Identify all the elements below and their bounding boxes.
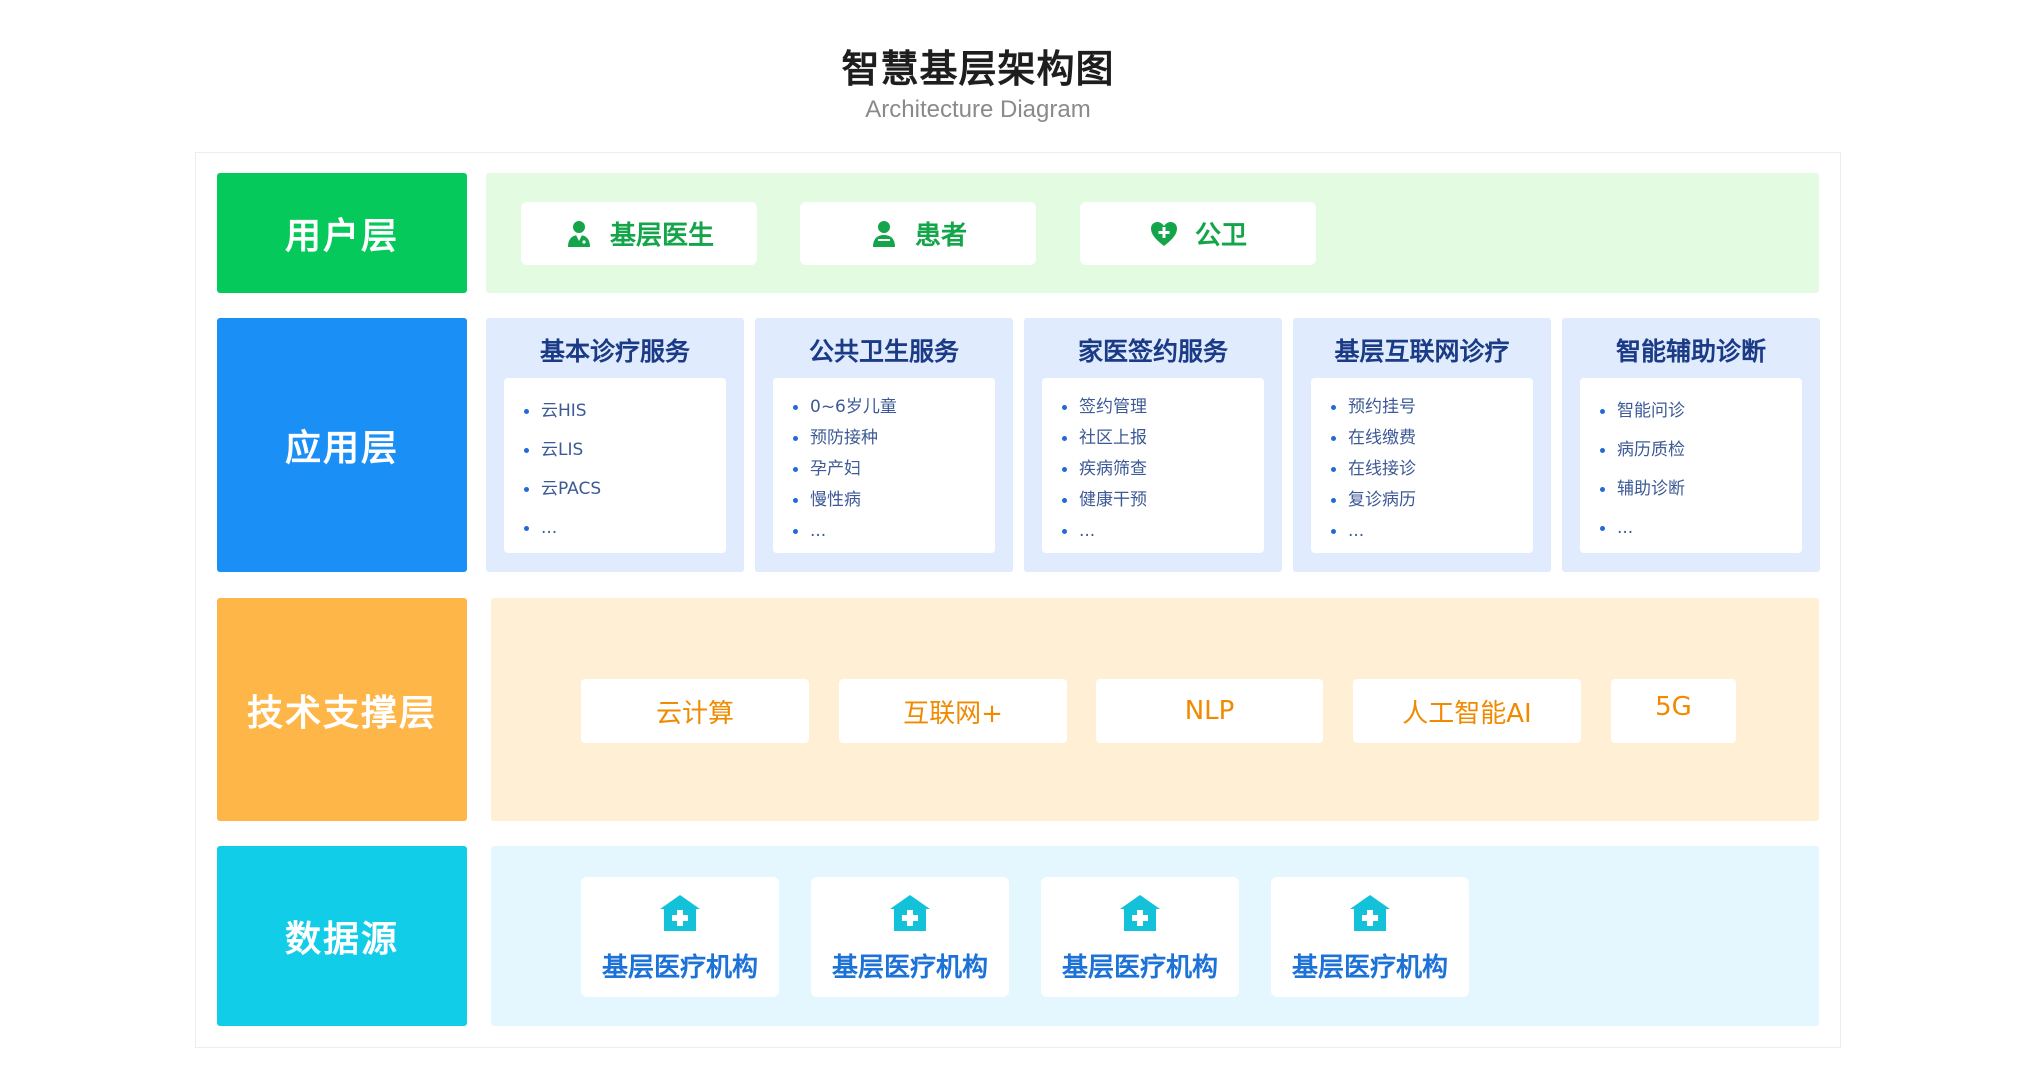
tech-card: 云计算 [581, 679, 809, 743]
patient-icon [872, 220, 895, 247]
list-item: 云PACS [524, 470, 726, 509]
user-card-doctor: 基层医生 [521, 202, 757, 265]
app-column-title: 家医签约服务 [1077, 337, 1228, 366]
list-item: 健康干预 [1062, 485, 1264, 516]
tech-card: 互联网+ [839, 679, 1067, 743]
layer-label-user: 用户层 [217, 173, 467, 293]
list-item: 智能问诊 [1600, 392, 1802, 431]
hospital-icon [1120, 895, 1160, 931]
tech-card: NLP [1096, 679, 1323, 743]
app-column-list-box: 签约管理 社区上报 疾病筛查 健康干预 ... [1042, 378, 1264, 553]
app-column-list-box: 预约挂号 在线缴费 在线接诊 复诊病历 ... [1311, 378, 1533, 553]
app-column: 基层互联网诊疗 预约挂号 在线缴费 在线接诊 复诊病历 ... [1293, 318, 1551, 572]
list-item: 复诊病历 [1331, 485, 1533, 516]
list-item: 孕产妇 [793, 454, 995, 485]
list-item: 0~6岁儿童 [793, 392, 995, 423]
data-card: 基层医疗机构 [811, 877, 1009, 997]
list-item: 疾病筛查 [1062, 454, 1264, 485]
list-item: ... [524, 509, 726, 548]
list-item: 病历质检 [1600, 431, 1802, 470]
hospital-icon [660, 895, 700, 931]
list-item: ... [1331, 516, 1533, 547]
list-item: 在线接诊 [1331, 454, 1533, 485]
heart-plus-icon [1150, 221, 1177, 246]
app-column: 家医签约服务 签约管理 社区上报 疾病筛查 健康干预 ... [1024, 318, 1282, 572]
list-item: 社区上报 [1062, 423, 1264, 454]
user-card-patient: 患者 [800, 202, 1036, 265]
user-card-label: 患者 [914, 221, 967, 251]
list-item: 预约挂号 [1331, 392, 1533, 423]
data-card-label: 基层医疗机构 [601, 953, 758, 983]
data-card: 基层医疗机构 [1041, 877, 1239, 997]
user-card-public-health: 公卫 [1080, 202, 1316, 265]
page-title: 智慧基层架构图 [841, 47, 1115, 91]
data-card-label: 基层医疗机构 [831, 953, 988, 983]
data-card: 基层医疗机构 [1271, 877, 1469, 997]
list-item: 预防接种 [793, 423, 995, 454]
app-column-title: 公共卫生服务 [808, 337, 959, 366]
list-item: ... [1600, 509, 1802, 548]
hospital-icon [890, 895, 930, 931]
layer-label-data: 数据源 [217, 846, 467, 1026]
user-card-label: 公卫 [1194, 221, 1247, 251]
list-item: 辅助诊断 [1600, 470, 1802, 509]
app-column-title: 基层互联网诊疗 [1334, 337, 1510, 366]
list-item: 在线缴费 [1331, 423, 1533, 454]
list-item: 慢性病 [793, 485, 995, 516]
tech-card: 5G [1611, 679, 1736, 743]
tech-card: 人工智能AI [1353, 679, 1581, 743]
list-item: ... [793, 516, 995, 547]
data-card-label: 基层医疗机构 [1061, 953, 1218, 983]
list-item: 云LIS [524, 431, 726, 470]
list-item: ... [1062, 516, 1264, 547]
data-card: 基层医疗机构 [581, 877, 779, 997]
doctor-icon [567, 220, 590, 247]
app-column-list-box: 0~6岁儿童 预防接种 孕产妇 慢性病 ... [773, 378, 995, 553]
data-card-label: 基层医疗机构 [1291, 953, 1448, 983]
app-column-title: 基本诊疗服务 [539, 337, 690, 366]
user-card-label: 基层医生 [609, 221, 714, 251]
app-column-title: 智能辅助诊断 [1615, 337, 1766, 366]
layer-label-tech: 技术支撑层 [217, 598, 467, 821]
app-column-list-box: 云HIS 云LIS 云PACS ... [504, 378, 726, 553]
hospital-icon [1350, 895, 1390, 931]
page-subtitle: Architecture Diagram [865, 96, 1091, 123]
layer-label-app: 应用层 [217, 318, 467, 572]
app-column: 智能辅助诊断 智能问诊 病历质检 辅助诊断 ... [1562, 318, 1820, 572]
list-item: 云HIS [524, 392, 726, 431]
app-column-list-box: 智能问诊 病历质检 辅助诊断 ... [1580, 378, 1802, 553]
list-item: 签约管理 [1062, 392, 1264, 423]
app-column: 基本诊疗服务 云HIS 云LIS 云PACS ... [486, 318, 744, 572]
app-column: 公共卫生服务 0~6岁儿童 预防接种 孕产妇 慢性病 ... [755, 318, 1013, 572]
